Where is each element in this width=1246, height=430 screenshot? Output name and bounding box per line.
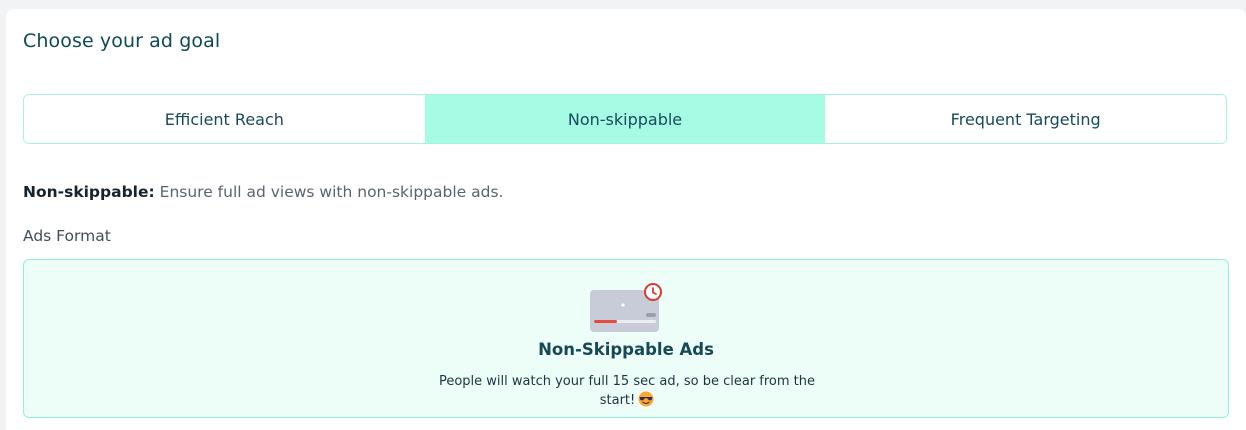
cool-face-emoji-icon — [638, 391, 654, 407]
goal-tabs: Efficient Reach Non-skippable Frequent T… — [23, 94, 1227, 144]
tab-non-skippable[interactable]: Non-skippable — [424, 95, 826, 143]
page-title: Choose your ad goal — [23, 30, 221, 52]
tab-frequent-targeting[interactable]: Frequent Targeting — [825, 95, 1226, 143]
ad-goal-card: Choose your ad goal Efficient Reach Non-… — [6, 9, 1246, 430]
goal-description-text: Ensure full ad views with non-skippable … — [154, 183, 504, 201]
goal-description: Non-skippable: Ensure full ad views with… — [23, 183, 503, 201]
ads-format-description: People will watch your full 15 sec ad, s… — [427, 372, 827, 410]
goal-description-name: Non-skippable: — [23, 183, 155, 201]
ads-format-option-non-skippable[interactable]: Non-Skippable Ads People will watch your… — [23, 259, 1229, 418]
ads-format-title: Non-Skippable Ads — [538, 340, 714, 359]
non-skippable-video-icon — [590, 283, 662, 332]
tab-efficient-reach[interactable]: Efficient Reach — [24, 95, 425, 143]
ads-format-label: Ads Format — [23, 227, 111, 245]
ads-format-description-text: People will watch your full 15 sec ad, s… — [438, 374, 816, 408]
